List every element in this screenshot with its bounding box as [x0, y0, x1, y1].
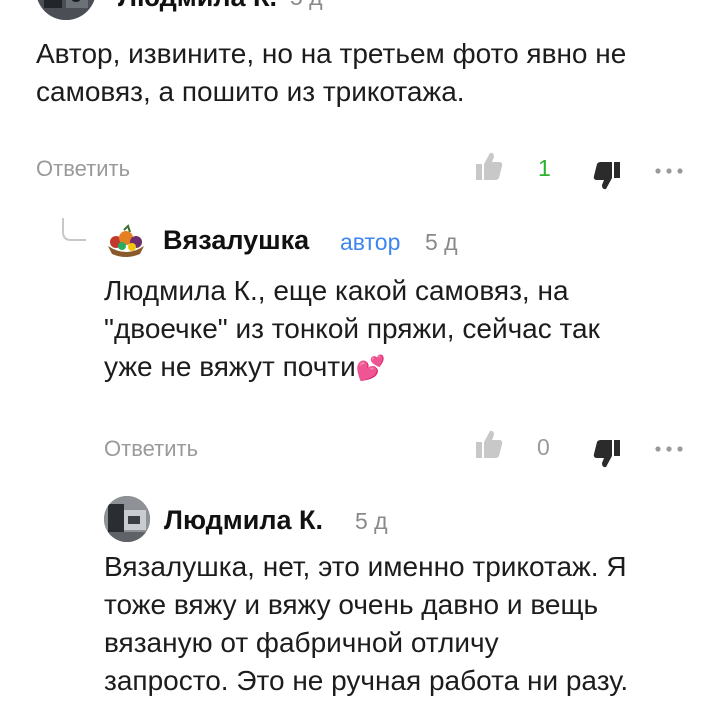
avatar[interactable]: [104, 224, 148, 258]
dislike-button[interactable]: [592, 438, 622, 470]
comment-text: Людмила К., еще какой самовяз, на "двоеч…: [104, 272, 704, 388]
fruit-basket-avatar: [108, 224, 144, 257]
comment-text-line: "двоечке" из тонкой пряжи, сейчас так: [104, 313, 600, 344]
thumbs-down-icon: [593, 440, 620, 468]
avatar-photo-icon: [104, 496, 150, 542]
more-dots-icon: [655, 168, 683, 174]
comment-text-line: Автор, извините, но на третьем фото явно…: [36, 38, 627, 69]
comment-text-line: самовяз, а пошито из трикотажа.: [36, 76, 465, 107]
comment-time: 5 д: [290, 0, 323, 11]
comment-text-line: Людмила К., еще какой самовяз, на: [104, 275, 569, 306]
author-badge: автор: [340, 229, 401, 255]
comment-text-line: вязаную от фабричной отличу: [104, 627, 499, 658]
thumbs-up-icon: [476, 430, 503, 458]
comment-author-name[interactable]: Вязалушка: [163, 225, 309, 256]
comment-text-line: уже не вяжут почти💕: [104, 348, 704, 388]
comment-author-name[interactable]: Людмила К.: [164, 505, 323, 536]
comment-author-name[interactable]: Людмила К.: [118, 0, 277, 13]
comment-text-line: запросто. Это не ручная работа ни разу.: [104, 665, 629, 696]
like-count: 0: [537, 434, 550, 460]
two-hearts-emoji: 💕: [355, 355, 386, 382]
like-count: 1: [538, 155, 551, 181]
like-button[interactable]: [474, 428, 504, 460]
comment-text: Автор, извините, но на третьем фото явно…: [36, 35, 706, 111]
avatar-photo-icon: [36, 0, 96, 20]
comment-time: 5 д: [425, 229, 458, 255]
comment-text-line: тоже вяжу и вяжу очень давно и вещь: [104, 589, 599, 620]
avatar[interactable]: [104, 496, 150, 542]
more-options-button[interactable]: [654, 166, 684, 176]
reply-button[interactable]: Ответить: [104, 436, 198, 462]
thumbs-down-icon: [593, 162, 620, 190]
more-dots-icon: [655, 446, 683, 452]
more-options-button[interactable]: [654, 444, 684, 454]
thumbs-up-icon: [476, 152, 503, 180]
thread-connector-icon: [62, 218, 86, 241]
dislike-button[interactable]: [592, 160, 622, 192]
comment-text-line: Вязалушка, нет, это именно трикотаж. Я: [104, 551, 627, 582]
reply-button[interactable]: Ответить: [36, 156, 130, 182]
comment-text-fragment: уже не вяжут почти: [104, 351, 356, 382]
comment-text: Вязалушка, нет, это именно трикотаж. Я т…: [104, 548, 714, 700]
like-button[interactable]: [474, 150, 504, 182]
comment-time: 5 д: [355, 508, 388, 534]
avatar[interactable]: [36, 0, 96, 20]
